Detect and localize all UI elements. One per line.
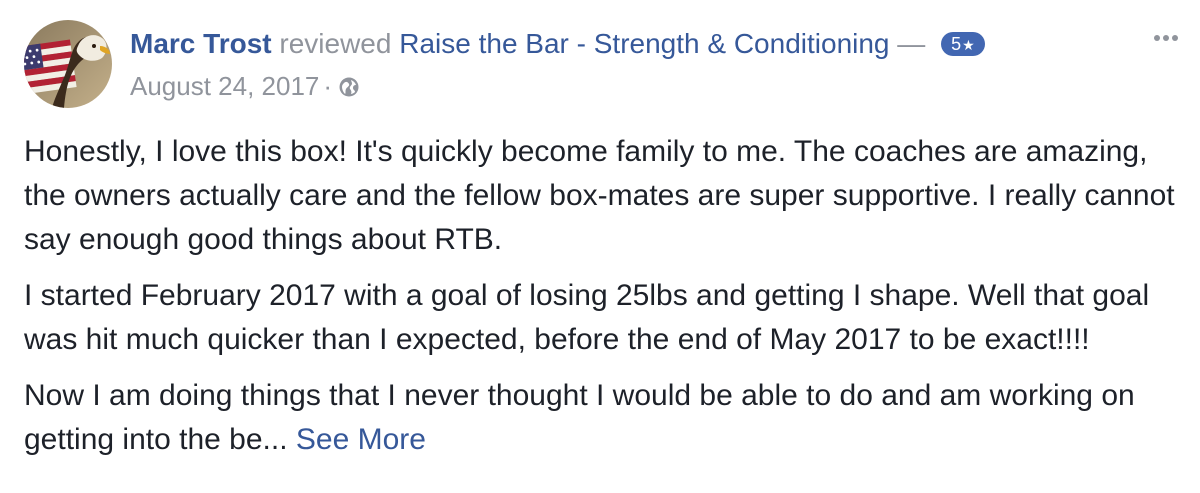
see-more-link[interactable]: See More [296,423,426,456]
review-paragraph-1: Honestly, I love this box! It's quickly … [24,135,1175,256]
rating-value: 5 [951,33,962,54]
avatar[interactable] [24,20,112,108]
star-icon: ★ [962,36,975,53]
review-paragraph-3: Now I am doing things that I never thoug… [24,374,1184,462]
page-name-link[interactable]: Raise the Bar - Strength & Conditioning [399,28,889,59]
review-header: Marc Trost reviewed Raise the Bar - Stre… [130,24,985,64]
more-options-icon[interactable] [1152,28,1180,48]
rating-badge: 5★ [941,31,985,56]
post-date-link[interactable]: August 24, 2017 [130,71,319,101]
review-post: Marc Trost reviewed Raise the Bar - Stre… [0,0,1200,493]
avatar-image [24,20,112,108]
review-body: Honestly, I love this box! It's quickly … [24,130,1184,474]
review-verb: reviewed [279,28,392,59]
author-name-link[interactable]: Marc Trost [130,28,272,59]
review-paragraph-2: I started February 2017 with a goal of l… [24,279,1150,356]
header-dash: — [897,28,926,59]
globe-icon[interactable] [338,71,360,107]
meta-separator: · [323,71,333,101]
post-meta: August 24, 2017 · [130,68,360,107]
review-paragraph-3-text: Now I am doing things that I never thoug… [24,379,1135,456]
